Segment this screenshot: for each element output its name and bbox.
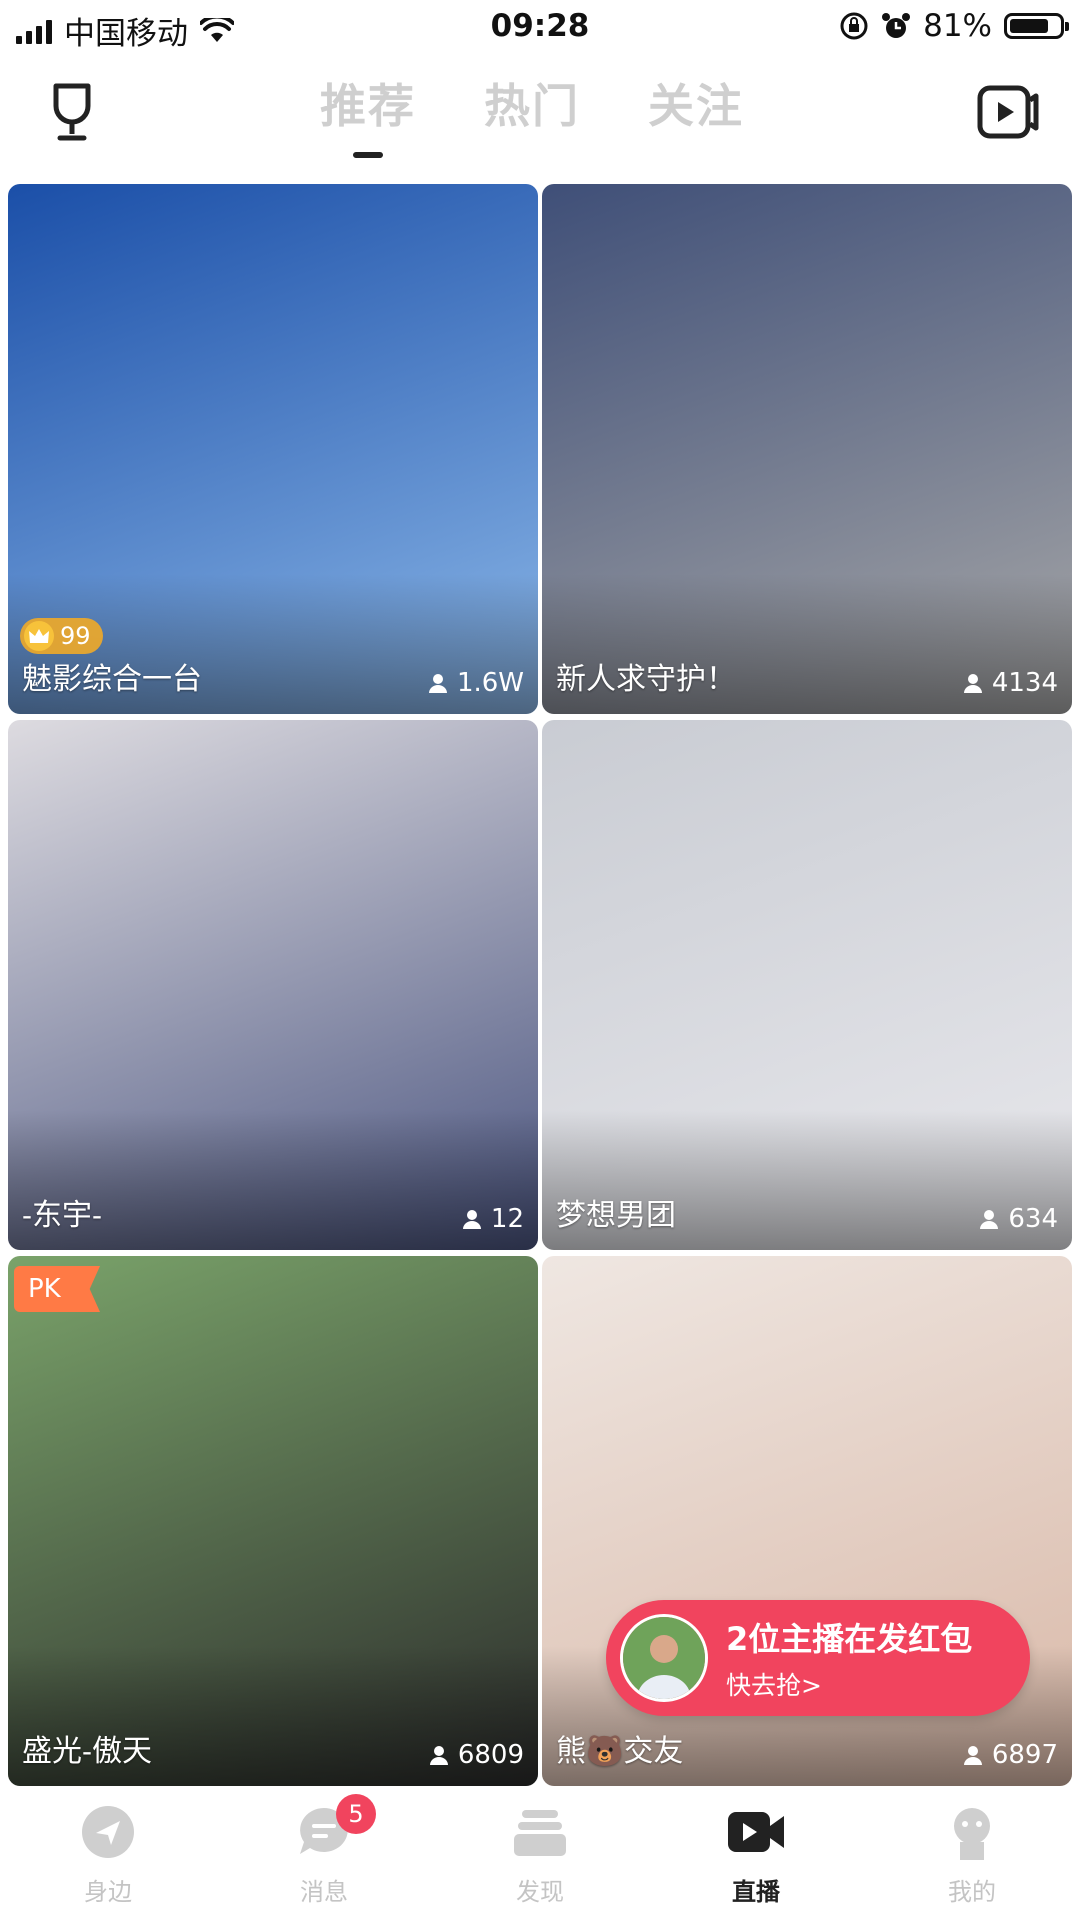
stream-title: 新人求守护！: [556, 663, 736, 696]
stream-card[interactable]: 梦想男团 634: [542, 720, 1072, 1250]
red-packet-link[interactable]: 快去抢>: [726, 1666, 972, 1702]
stream-card[interactable]: 新人求守护！ 4134: [542, 184, 1072, 714]
viewer-count: 1.6W: [427, 668, 524, 698]
tab-hot[interactable]: 热门: [484, 70, 580, 136]
live-video-icon: [977, 85, 1039, 139]
stream-title: 盛光-傲天: [22, 1735, 152, 1768]
badge-value: 99: [60, 622, 91, 650]
tab-recommend[interactable]: 推荐: [320, 70, 416, 158]
viewer-count-value: 634: [1008, 1204, 1058, 1234]
nearby-icon: [82, 1806, 134, 1858]
feed-tabs: 推荐 热门 关注: [320, 70, 744, 158]
person-icon: [462, 1210, 481, 1229]
bottom-nav: 身边 5 消息 发现 直播 我的: [0, 1790, 1080, 1920]
stream-card[interactable]: 99 魅影综合一台 1.6W: [8, 184, 538, 714]
viewer-count-value: 4134: [991, 668, 1058, 698]
nav-item-live[interactable]: 直播: [648, 1790, 864, 1920]
tab-label: 推荐: [320, 79, 416, 133]
stream-card[interactable]: -东宇- 12: [8, 720, 538, 1250]
trophy-icon: [53, 83, 91, 141]
battery-icon: [1004, 13, 1069, 39]
stream-title: 熊🐻交友: [556, 1735, 684, 1768]
viewer-count-value: 6897: [991, 1740, 1058, 1770]
nav-label: 我的: [948, 1878, 996, 1906]
start-live-button[interactable]: [976, 82, 1040, 142]
profile-icon: [954, 1808, 990, 1860]
rotation-lock-icon: [840, 12, 868, 40]
crown-icon: [29, 629, 49, 643]
tab-label: 关注: [648, 79, 744, 133]
person-icon: [963, 1746, 982, 1765]
viewer-count: 6809: [428, 1740, 524, 1770]
stream-card[interactable]: PK 盛光-傲天 6809: [8, 1256, 538, 1786]
nav-item-profile[interactable]: 我的: [864, 1790, 1080, 1920]
viewer-count-value: 6809: [457, 1740, 524, 1770]
alarm-icon: [882, 13, 911, 38]
battery-percent: 81%: [923, 8, 992, 44]
nav-label: 直播: [732, 1878, 780, 1906]
person-icon: [963, 674, 982, 693]
person-icon: [429, 1746, 448, 1765]
tab-follow[interactable]: 关注: [648, 70, 744, 136]
nav-item-messages[interactable]: 5 消息: [216, 1790, 432, 1920]
trophy-button[interactable]: [40, 78, 104, 148]
nav-label: 消息: [300, 1878, 348, 1906]
discover-icon: [514, 1810, 566, 1856]
nav-item-discover[interactable]: 发现: [432, 1790, 648, 1920]
pk-badge: PK: [14, 1266, 100, 1312]
viewer-count: 4134: [962, 668, 1058, 698]
viewer-count: 6897: [962, 1740, 1058, 1770]
unread-badge: 5: [336, 1794, 376, 1834]
red-packet-title: 2位主播在发红包: [726, 1620, 973, 1658]
nav-label: 身边: [84, 1878, 132, 1906]
live-icon: [728, 1812, 784, 1852]
viewer-count-value: 12: [490, 1204, 524, 1234]
active-tab-indicator: [353, 152, 383, 158]
viewer-count-value: 1.6W: [456, 668, 524, 698]
nav-item-nearby[interactable]: 身边: [0, 1790, 216, 1920]
person-icon: [428, 674, 447, 693]
status-bar: 中国移动 09:28 81%: [0, 0, 1080, 58]
stream-title: 魅影综合一台: [22, 663, 202, 696]
nav-label: 发现: [516, 1878, 564, 1906]
top-header: 推荐 热门 关注: [0, 58, 1080, 178]
red-packet-banner[interactable]: 2位主播在发红包 快去抢>: [606, 1600, 1030, 1716]
stream-title: -东宇-: [22, 1199, 102, 1232]
viewer-count: 634: [978, 1204, 1058, 1234]
tab-label: 热门: [484, 79, 580, 133]
person-icon: [980, 1210, 999, 1229]
viewer-count: 12: [461, 1204, 524, 1234]
avatar: [620, 1614, 708, 1702]
stream-title: 梦想男团: [556, 1199, 676, 1232]
level-badge: 99: [20, 618, 103, 654]
